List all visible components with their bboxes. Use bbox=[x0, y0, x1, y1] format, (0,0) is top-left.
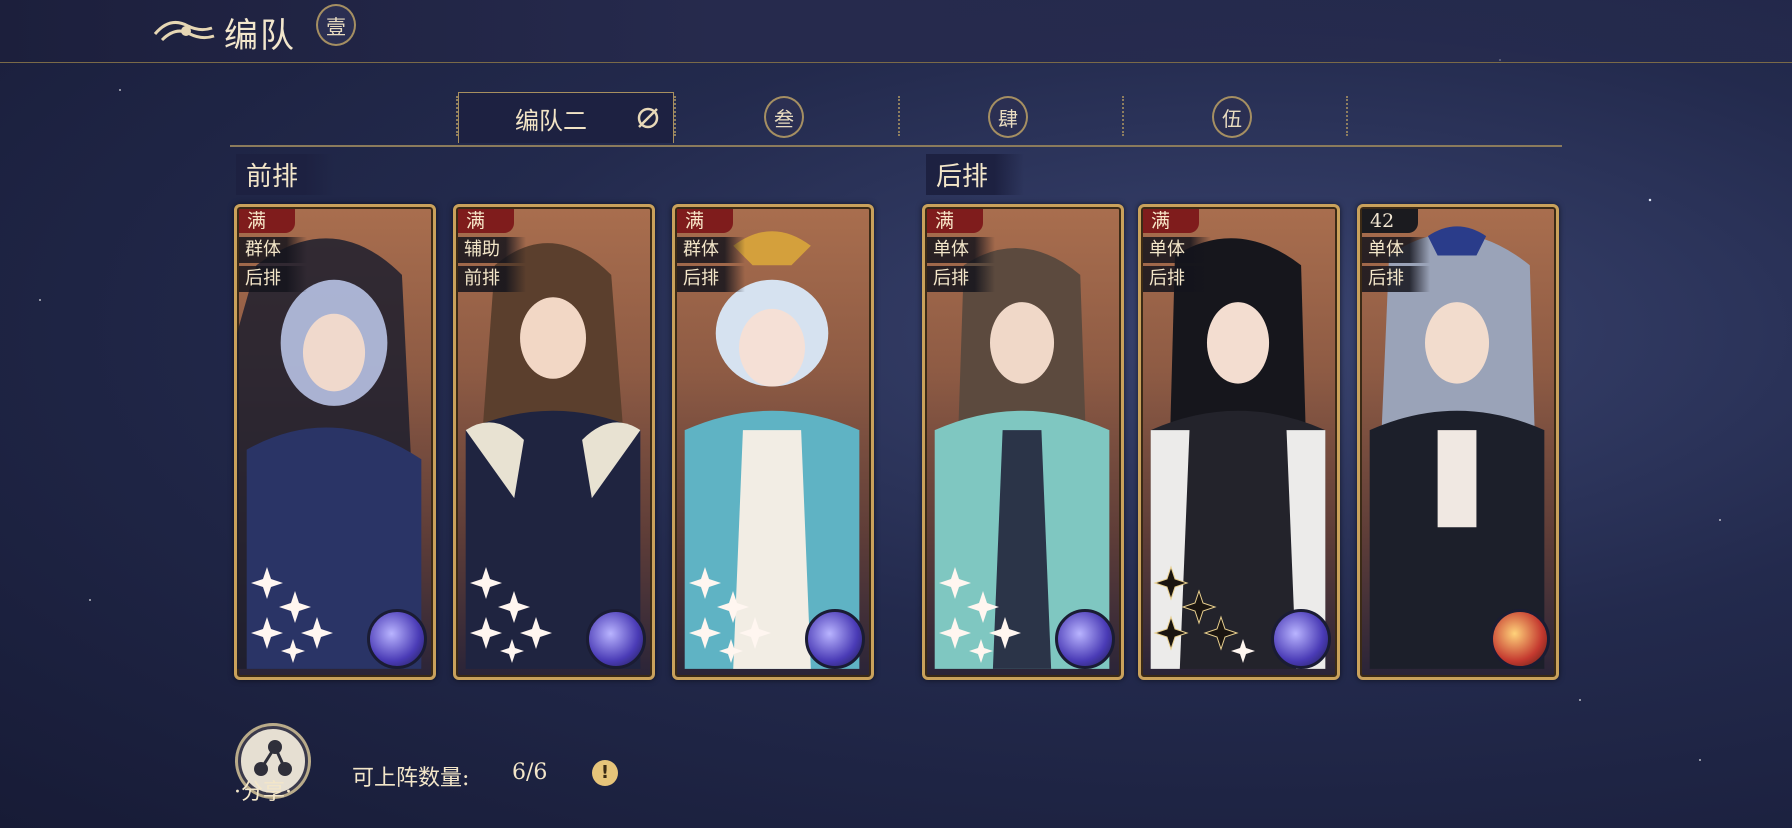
eye-slash-icon[interactable] bbox=[635, 105, 661, 131]
position-tag: 后排 bbox=[927, 266, 995, 292]
character-card-2[interactable]: 满 辅助 前排 bbox=[453, 204, 655, 680]
element-orb-icon bbox=[1055, 609, 1115, 669]
share-label: ·分享· bbox=[234, 780, 292, 805]
tab-5[interactable]: 伍 bbox=[1212, 92, 1252, 142]
position-tag: 前排 bbox=[458, 266, 526, 292]
tab-separator bbox=[898, 96, 900, 136]
tab-underline bbox=[230, 145, 1562, 147]
tab-separator bbox=[1346, 96, 1348, 136]
role-tag: 单体 bbox=[1362, 237, 1430, 263]
position-tag: 后排 bbox=[1362, 266, 1430, 292]
tab-1[interactable]: 壹 bbox=[316, 0, 356, 50]
element-orb-icon bbox=[586, 609, 646, 669]
element-orb-icon bbox=[805, 609, 865, 669]
back-row-label: 后排 bbox=[926, 154, 1025, 195]
position-tag: 后排 bbox=[239, 266, 307, 292]
tab-4-label: 肆 bbox=[988, 96, 1028, 138]
page-title: 编队 bbox=[224, 16, 296, 56]
top-header: 编队 bbox=[0, 0, 1792, 63]
element-orb-icon bbox=[1490, 609, 1550, 669]
star-rating-icon bbox=[939, 567, 1021, 663]
front-row-label: 前排 bbox=[236, 154, 335, 195]
tab-3-label: 叁 bbox=[764, 96, 804, 138]
tab-5-label: 伍 bbox=[1212, 96, 1252, 138]
tab-2-label: 编队二 bbox=[515, 106, 587, 135]
cloud-emblem-icon bbox=[153, 20, 215, 42]
star-rating-icon bbox=[470, 567, 552, 663]
role-tag: 辅助 bbox=[458, 237, 526, 263]
level-badge: 42 bbox=[1362, 209, 1418, 233]
tab-4[interactable]: 肆 bbox=[988, 92, 1028, 142]
position-tag: 后排 bbox=[1143, 266, 1211, 292]
star-rating-icon bbox=[1153, 565, 1255, 663]
deploy-count-value: 6/6 bbox=[512, 760, 548, 785]
star-rating-icon bbox=[689, 567, 771, 663]
tab-separator bbox=[674, 96, 676, 136]
tab-3[interactable]: 叁 bbox=[764, 92, 804, 142]
tab-separator bbox=[1122, 96, 1124, 136]
role-tag: 单体 bbox=[927, 237, 995, 263]
level-badge: 满 bbox=[1143, 209, 1199, 233]
element-orb-icon bbox=[1271, 609, 1331, 669]
character-card-6[interactable]: 42 单体 后排 bbox=[1357, 204, 1559, 680]
level-badge: 满 bbox=[677, 209, 733, 233]
element-orb-icon bbox=[367, 609, 427, 669]
level-badge: 满 bbox=[239, 209, 295, 233]
role-tag: 单体 bbox=[1143, 237, 1211, 263]
character-card-1[interactable]: 满 群体 后排 bbox=[234, 204, 436, 680]
tab-2-active[interactable]: 编队二 bbox=[458, 92, 674, 143]
role-tag: 群体 bbox=[239, 237, 307, 263]
character-card-3[interactable]: 满 群体 后排 bbox=[672, 204, 874, 680]
tab-1-label: 壹 bbox=[316, 4, 356, 46]
level-badge: 满 bbox=[927, 209, 983, 233]
deploy-count-label: 可上阵数量: bbox=[352, 766, 470, 791]
star-rating-icon bbox=[251, 567, 333, 663]
level-badge: 满 bbox=[458, 209, 514, 233]
position-tag: 后排 bbox=[677, 266, 745, 292]
info-icon[interactable]: ! bbox=[592, 760, 618, 786]
role-tag: 群体 bbox=[677, 237, 745, 263]
character-card-4[interactable]: 满 单体 后排 bbox=[922, 204, 1124, 680]
character-card-5[interactable]: 满 单体 后排 bbox=[1138, 204, 1340, 680]
